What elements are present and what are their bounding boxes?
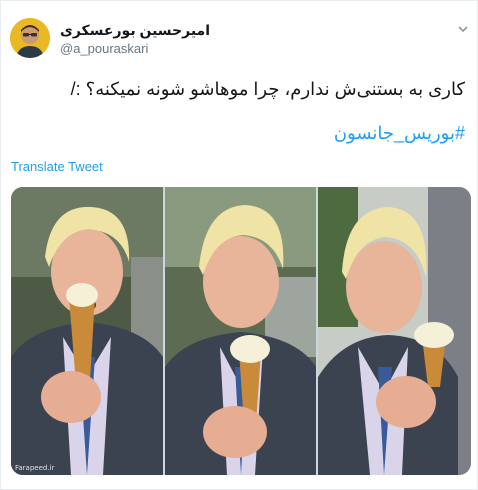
chevron-down-icon[interactable] [456,23,470,37]
translate-tweet-link[interactable]: Translate Tweet [11,159,103,174]
tweet-card[interactable]: امیرحسین بورعسکری @a_pouraskari کاری به … [0,0,478,490]
avatar-image [10,18,50,58]
tweet-photo-3[interactable] [318,187,471,475]
media-grid[interactable]: Farapeed.ir [11,187,471,475]
tweet-photo-2[interactable] [165,187,316,475]
tweet-text: کاری به بستنی‌ش ندارم، چرا موهاشو شونه ن… [70,79,465,99]
author-handle[interactable]: @a_pouraskari [60,41,148,56]
author-display-name[interactable]: امیرحسین بورعسکری [60,22,210,39]
hashtag-link[interactable]: #بوریس_جانسون [334,121,465,145]
tweet-photo-1[interactable]: Farapeed.ir [11,187,163,475]
watermark: Farapeed.ir [15,464,55,472]
avatar[interactable] [10,18,50,58]
